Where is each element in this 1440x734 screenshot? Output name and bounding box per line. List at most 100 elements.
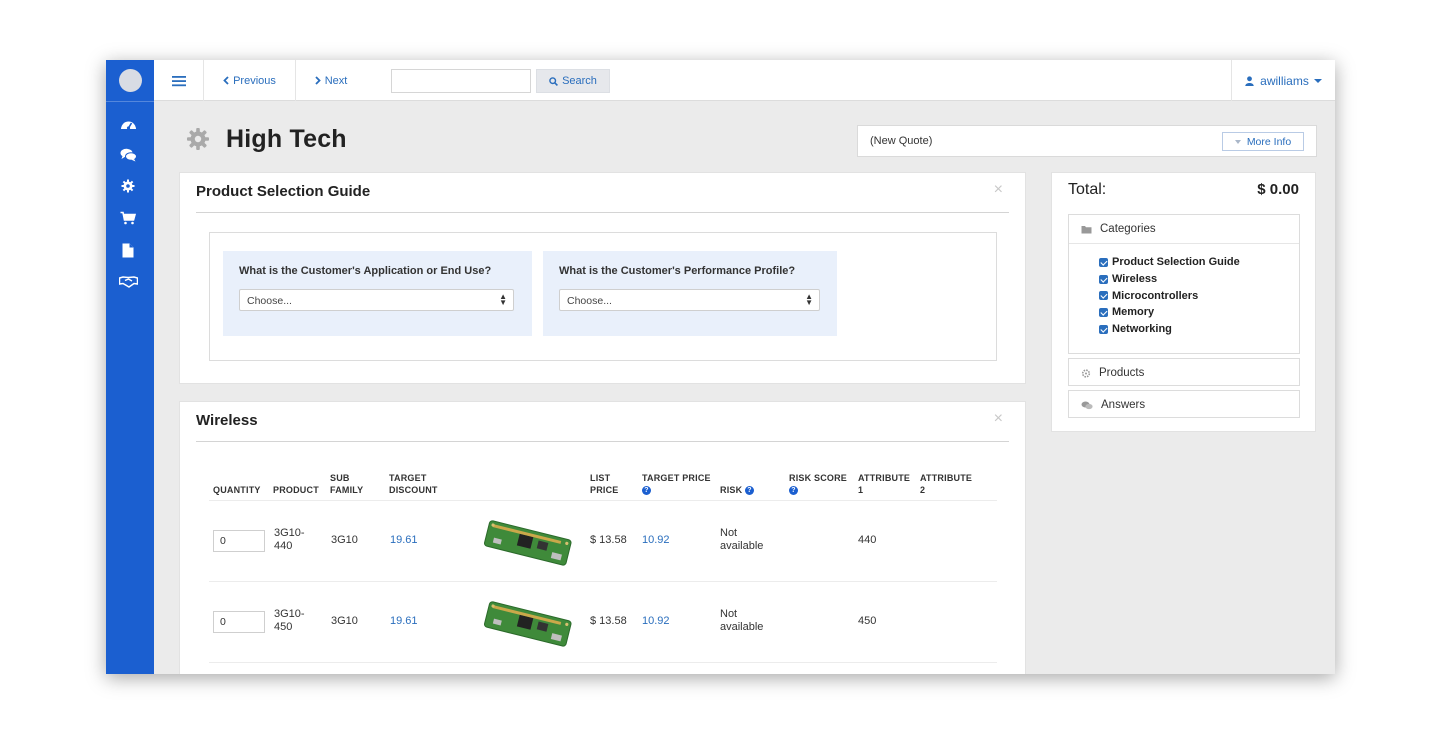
category-item[interactable]: Memory [1099,304,1240,321]
menu-toggle[interactable] [154,60,204,101]
products-header[interactable]: Products [1081,359,1144,387]
previous-button[interactable]: Previous [204,60,296,101]
question-group: What is the Customer's Application or En… [209,232,997,361]
wireless-panel: Wireless × QUANTITY PRODUCT SUB FAMILY TA… [179,401,1026,674]
answers-label: Answers [1101,399,1146,411]
target-price-link[interactable]: 10.92 [642,615,670,628]
next-button[interactable]: Next [296,60,366,101]
document-icon[interactable] [118,241,138,259]
categories-label: Categories [1100,223,1156,235]
checkbox-checked-icon[interactable] [1099,257,1108,267]
application-select[interactable]: Choose... ▲ ▼ [239,289,514,311]
dashboard-icon[interactable] [118,115,138,133]
sidebar [106,60,154,674]
user-menu[interactable]: awilliams [1231,60,1335,101]
hamburger-icon [171,75,186,86]
question-card: What is the Customer's Application or En… [223,251,532,336]
sub-family-cell: 3G10 [331,615,358,627]
select-value: Choose... [247,295,292,307]
gears-icon [1081,368,1091,378]
checkbox-checked-icon[interactable] [1099,274,1108,284]
column-header-target-discount: TARGET DISCOUNT [389,473,438,495]
more-info-label: More Info [1246,135,1292,148]
quote-selector: (New Quote) More Info [857,125,1317,157]
column-header-product: PRODUCT [273,485,319,495]
column-header-attribute-2: ATTRIBUTE 2 [920,473,973,495]
app-logo[interactable] [119,69,142,92]
category-item[interactable]: Microcontrollers [1099,287,1240,304]
answers-header[interactable]: Answers [1081,391,1145,419]
sidebar-divider [106,101,154,102]
products-label: Products [1099,367,1145,379]
checkbox-checked-icon[interactable] [1099,324,1108,334]
category-item[interactable]: Wireless [1099,271,1240,288]
table-row: 3G10-440 3G10 19.61 $ 13.58 10.92 Notava… [180,500,1027,581]
product-selection-guide-panel: Product Selection Guide × What is the Cu… [179,172,1026,384]
user-name: awilliams [1260,73,1309,88]
more-info-button[interactable]: More Info [1222,132,1304,151]
quantity-input[interactable] [213,530,265,552]
attribute-1-cell: 440 [858,534,877,546]
close-icon[interactable]: × [994,181,1003,199]
column-header-sub-family: SUB FAMILY [330,473,364,495]
total-label: Total: [1068,181,1107,198]
target-discount-link[interactable]: 19.61 [390,534,418,547]
performance-select[interactable]: Choose... ▲ ▼ [559,289,820,311]
target-price-link[interactable]: 10.92 [642,534,670,547]
divider [196,441,1009,442]
panel-title: Wireless [196,412,258,429]
search-input[interactable] [391,69,531,93]
previous-label: Previous [233,74,276,87]
target-discount-link[interactable]: 19.61 [390,615,418,628]
help-icon[interactable]: ? [745,486,755,496]
comments-icon [1081,401,1093,409]
comments-icon[interactable] [118,146,138,164]
question-label: What is the Customer's Performance Profi… [559,265,796,277]
quantity-input[interactable] [213,611,265,633]
products-section[interactable]: Products [1068,358,1300,386]
categories-header[interactable]: Categories [1081,215,1156,243]
app-window: Previous Next Search awilliams High Tech… [106,60,1335,674]
product-cell: 3G10- 450 [274,608,305,633]
next-label: Next [324,74,348,87]
chevron-left-icon [223,76,229,85]
cart-icon[interactable] [118,209,138,227]
risk-cell: Not available [720,608,764,633]
category-item[interactable]: Networking [1099,321,1240,338]
risk-cell: Not available [720,527,764,552]
page-title: High Tech [226,124,347,153]
product-image [483,520,572,566]
help-icon[interactable]: ? [789,486,798,496]
search-button-label: Search [562,75,597,87]
page-header: High Tech [186,122,347,156]
question-label: What is the Customer's Application or En… [239,265,492,277]
checkbox-checked-icon[interactable] [1099,307,1108,317]
gear-icon[interactable] [118,177,138,195]
total-value: $ 0.00 [1257,181,1299,198]
divider [209,662,997,663]
select-value: Choose... [567,295,612,307]
select-arrows-icon: ▲ ▼ [805,292,813,307]
panel-title: Product Selection Guide [196,183,371,200]
close-icon[interactable]: × [994,410,1003,428]
question-card: What is the Customer's Performance Profi… [543,251,837,336]
column-header-risk: RISK ? [720,484,755,496]
search-icon [549,76,559,86]
checkbox-checked-icon[interactable] [1099,291,1108,301]
list-price-cell: $ 13.58 [590,534,627,546]
category-list: Product Selection Guide Wireless Microco… [1099,254,1240,337]
column-header-risk-score: RISK SCORE? [789,473,848,496]
divider [1069,243,1299,244]
folder-icon [1081,225,1092,233]
handshake-icon[interactable] [118,272,138,290]
select-arrows-icon: ▲ ▼ [499,292,507,307]
categories-section: Categories Product Selection Guide Wirel… [1068,214,1300,354]
table-row: 3G10-450 3G10 19.61 $ 13.58 10.92 Notava… [180,581,1027,662]
category-item[interactable]: Product Selection Guide [1099,254,1240,271]
help-icon[interactable]: ? [642,486,651,496]
attribute-1-cell: 450 [858,615,877,627]
search-button[interactable]: Search [536,69,610,93]
product-image [483,601,572,647]
answers-section[interactable]: Answers [1068,390,1300,418]
gear-icon [187,128,209,150]
